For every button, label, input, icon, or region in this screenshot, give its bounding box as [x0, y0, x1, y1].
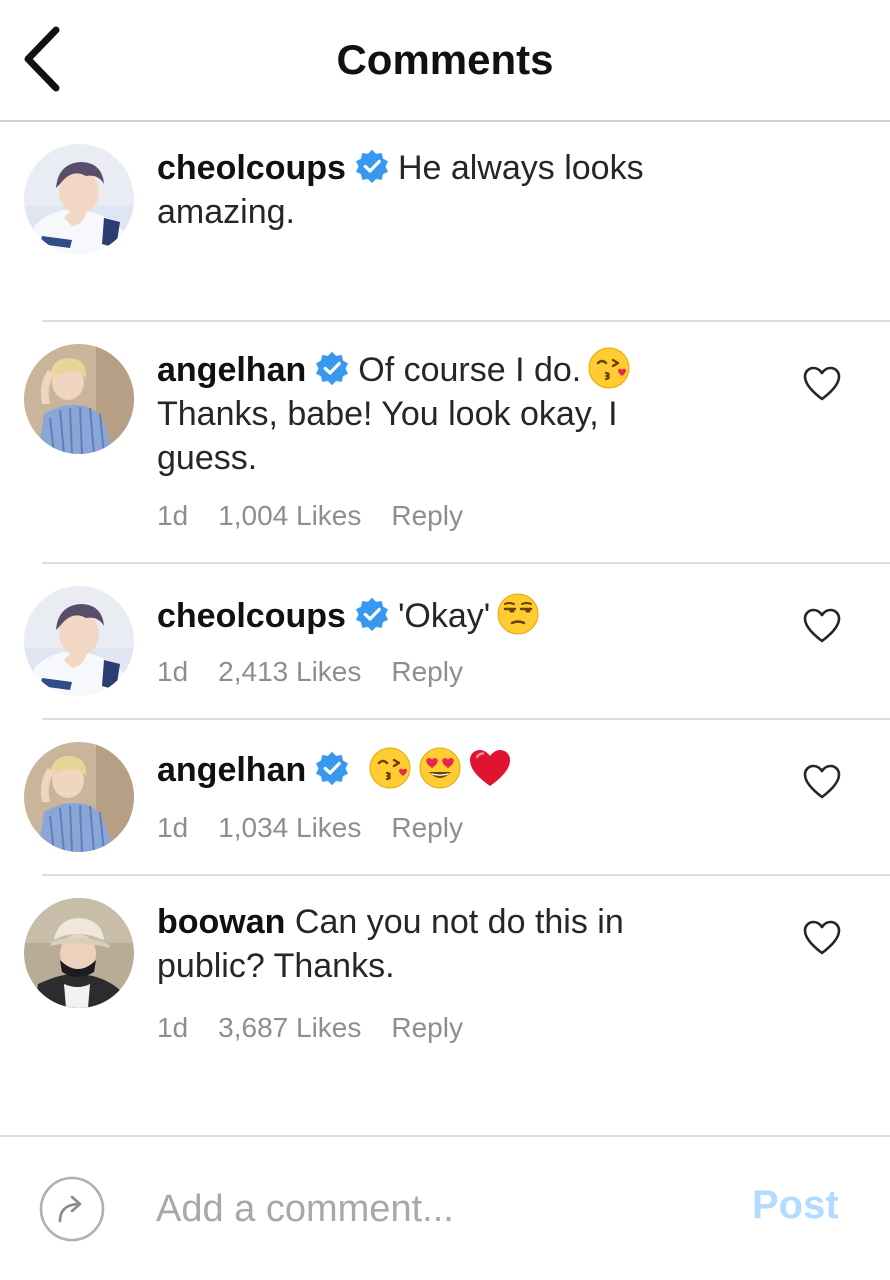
heart-outline-icon — [802, 364, 842, 404]
comment-body: angelhan Of course I do. Thanks, babe! Yo… — [157, 346, 697, 480]
likes-count[interactable]: 2,413 Likes — [218, 656, 361, 687]
like-button[interactable] — [802, 606, 842, 646]
comment-item: cheolcoups 'Okay' 1d 2,413 Likes Reply — [0, 564, 890, 718]
unamused-face-icon — [496, 592, 540, 636]
face-blowing-kiss-icon — [368, 746, 412, 790]
comment-time: 1d — [157, 500, 189, 531]
comment-meta: 1d 2,413 Likes Reply — [157, 656, 493, 688]
reply-button[interactable]: Reply — [391, 656, 463, 687]
heart-outline-icon — [802, 606, 842, 646]
avatar[interactable] — [24, 898, 134, 1008]
comment-item: boowan Can you not do this in public? Th… — [0, 876, 890, 1076]
username[interactable]: angelhan — [157, 351, 306, 389]
share-arrow-icon — [39, 1176, 105, 1242]
verified-badge-icon — [354, 596, 390, 632]
avatar[interactable] — [24, 344, 134, 454]
verified-badge-icon — [354, 148, 390, 184]
comment-meta: 1d 1,004 Likes Reply — [157, 500, 493, 532]
likes-count[interactable]: 3,687 Likes — [218, 1012, 361, 1043]
comment-text-continued: Thanks, babe! You look okay, I guess. — [157, 395, 618, 477]
caption-text: cheolcoups He always looks amazing. — [157, 146, 717, 234]
avatar-image — [24, 144, 134, 254]
comment-body: angelhan — [157, 746, 717, 792]
avatar[interactable] — [24, 742, 134, 852]
avatar-image — [24, 344, 134, 454]
username[interactable]: cheolcoups — [157, 597, 346, 635]
comment-meta: 1d 1,034 Likes Reply — [157, 812, 493, 844]
reply-button[interactable]: Reply — [391, 500, 463, 531]
comment-item: angelhan Of course I do. Thanks, babe! Yo… — [0, 322, 890, 562]
header: Comments — [0, 0, 890, 122]
like-button[interactable] — [802, 918, 842, 958]
comment-composer: Post — [0, 1135, 890, 1280]
comment-item: angelhan 1d 1,034 Likes Reply — [0, 720, 890, 874]
comment-text: 'Okay' — [397, 597, 491, 635]
comment-time: 1d — [157, 656, 189, 687]
likes-count[interactable]: 1,034 Likes — [218, 812, 361, 843]
comment-text: Of course I do. — [358, 351, 582, 389]
comment-body: boowan Can you not do this in public? Th… — [157, 900, 697, 988]
page-title: Comments — [336, 36, 554, 83]
reply-button[interactable]: Reply — [391, 1012, 463, 1043]
avatar-image — [24, 742, 134, 852]
caption: cheolcoups He always looks amazing. — [0, 124, 890, 320]
comment-time: 1d — [157, 812, 189, 843]
heart-outline-icon — [802, 918, 842, 958]
avatar-image — [24, 898, 134, 1008]
avatar[interactable] — [24, 586, 134, 696]
reply-button[interactable]: Reply — [391, 812, 463, 843]
share-button[interactable] — [38, 1175, 106, 1243]
face-blowing-kiss-icon — [587, 346, 631, 390]
username[interactable]: boowan — [157, 903, 285, 941]
heart-outline-icon — [802, 762, 842, 802]
verified-badge-icon — [314, 350, 350, 386]
red-heart-icon — [468, 746, 512, 790]
likes-count[interactable]: 1,004 Likes — [218, 500, 361, 531]
verified-badge-icon — [314, 750, 350, 786]
avatar[interactable] — [24, 144, 134, 254]
comment-body: cheolcoups 'Okay' — [157, 592, 717, 638]
username[interactable]: cheolcoups — [157, 149, 346, 187]
like-button[interactable] — [802, 762, 842, 802]
heart-eyes-face-icon — [418, 746, 462, 790]
like-button[interactable] — [802, 364, 842, 404]
avatar-image — [24, 586, 134, 696]
comment-time: 1d — [157, 1012, 189, 1043]
username[interactable]: angelhan — [157, 751, 306, 789]
comment-input[interactable] — [150, 1177, 710, 1241]
comment-meta: 1d 3,687 Likes Reply — [157, 1012, 493, 1044]
post-button[interactable]: Post — [752, 1183, 839, 1228]
